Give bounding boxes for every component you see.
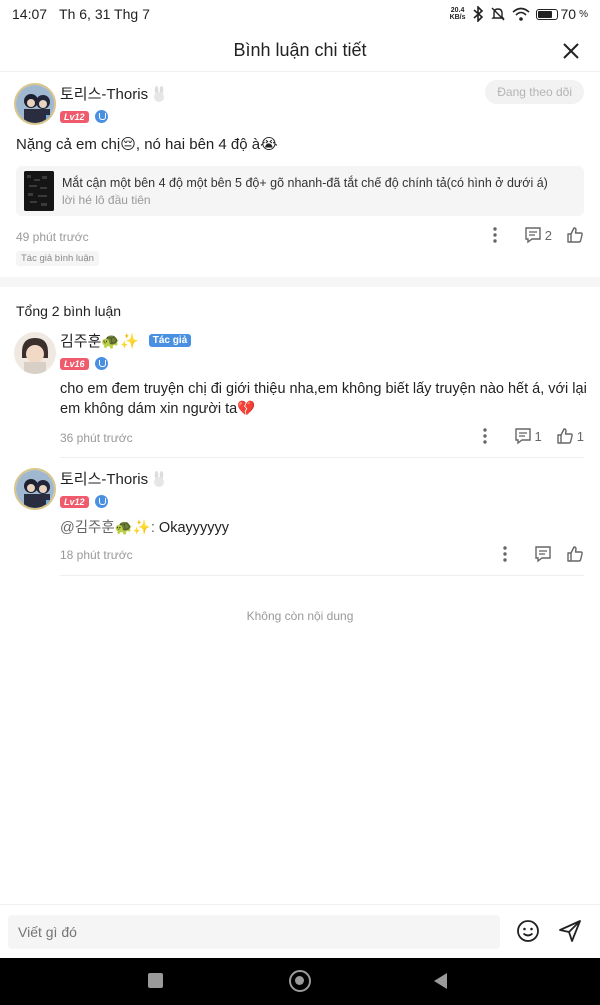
wifi-icon [511, 7, 530, 21]
comment-content: Nặng cả em chị😔, nó hai bên 4 độ à😭 [16, 136, 278, 153]
reply-button[interactable]: 2 [524, 226, 552, 244]
rabbit-icon [154, 470, 165, 487]
comment-time: 49 phút trước [16, 230, 89, 244]
app-header: Bình luận chi tiết [0, 30, 600, 72]
comment-icon[interactable] [534, 545, 552, 563]
level-badge: Lv16 [60, 357, 89, 370]
end-of-content: Không còn nội dung [246, 609, 354, 623]
reply-separator [60, 457, 584, 458]
level-badge: Lv12 [60, 110, 89, 123]
verified-icon [94, 495, 108, 508]
back-icon[interactable] [434, 973, 447, 989]
status-date: Th 6, 31 Thg 7 [59, 6, 150, 22]
battery-level: 70 [560, 6, 577, 22]
like-count: 1 [576, 428, 584, 444]
avatar[interactable] [14, 468, 56, 510]
chapter-thumbnail [24, 171, 54, 211]
reply-count: 2 [544, 227, 552, 243]
section-divider [0, 277, 600, 287]
recent-apps-icon[interactable] [148, 973, 163, 988]
follow-button[interactable]: Đang theo dõi [485, 80, 584, 104]
system-nav-bar [0, 958, 600, 1005]
username[interactable]: 토리스-Thoris [60, 468, 148, 489]
send-icon[interactable] [558, 919, 582, 943]
quoted-chapter[interactable]: Mắt cận một bên 4 độ một bên 5 độ+ gõ nh… [16, 166, 584, 216]
author-comment-tag: Tác giả bình luận [16, 251, 99, 266]
more-options-icon[interactable] [502, 545, 508, 563]
close-icon[interactable] [558, 38, 584, 64]
like-button[interactable]: 1 [556, 427, 584, 445]
reply-content: cho em đem truyện chị đi giới thiệu nha,… [60, 381, 587, 417]
username[interactable]: 김주훈🐢✨ [60, 330, 139, 351]
comment-input[interactable] [8, 915, 500, 949]
level-badge: Lv12 [60, 495, 89, 508]
rabbit-icon [154, 85, 165, 102]
like-icon[interactable] [566, 545, 584, 563]
comment-icon [525, 227, 541, 244]
quote-subtitle: lời hé lô đầu tiên [62, 192, 151, 207]
reply-separator [60, 575, 584, 576]
quote-text: Mắt cận một bên 4 độ một bên 5 độ+ gõ nh… [62, 175, 548, 190]
more-options-icon[interactable] [492, 226, 498, 244]
username[interactable]: 토리스-Thoris [60, 83, 148, 104]
status-bar: 14:07 Th 6, 31 Thg 7 20.4 KB/s 70% [0, 0, 600, 28]
comment-input-bar [0, 904, 600, 958]
more-options-icon[interactable] [482, 427, 488, 445]
reply-actions [502, 545, 584, 563]
replies-count-header: Tổng 2 bình luận [16, 303, 122, 319]
avatar[interactable] [14, 332, 56, 374]
home-icon[interactable] [289, 970, 311, 992]
like-icon[interactable] [566, 226, 584, 244]
reply-content: @김주훈🐢✨: Okayyyyyy [60, 520, 230, 536]
author-badge: Tác giả [148, 334, 192, 347]
verified-icon [94, 110, 108, 123]
reply-time: 18 phút trước [60, 548, 133, 562]
emoji-icon[interactable] [516, 919, 540, 943]
bluetooth-icon [472, 6, 483, 22]
page-title: Bình luận chi tiết [233, 40, 367, 60]
verified-icon [94, 357, 108, 370]
reply-time: 36 phút trước [60, 431, 133, 445]
mute-bell-icon [490, 7, 505, 21]
net-speed: 20.4 KB/s [449, 7, 466, 21]
like-icon [557, 428, 573, 444]
reply-button[interactable]: 1 [514, 427, 542, 445]
avatar[interactable] [14, 83, 56, 125]
comment-actions: 2 [492, 226, 584, 244]
reply-count: 1 [534, 428, 542, 444]
reply-actions: 1 1 [482, 427, 584, 445]
battery-icon [535, 8, 558, 20]
mention[interactable]: @김주훈🐢✨: [60, 520, 155, 536]
status-icons: 20.4 KB/s 70% [450, 6, 588, 22]
battery: 70% [535, 6, 588, 22]
comment-icon [514, 428, 531, 445]
status-time: 14:07 [12, 6, 48, 22]
